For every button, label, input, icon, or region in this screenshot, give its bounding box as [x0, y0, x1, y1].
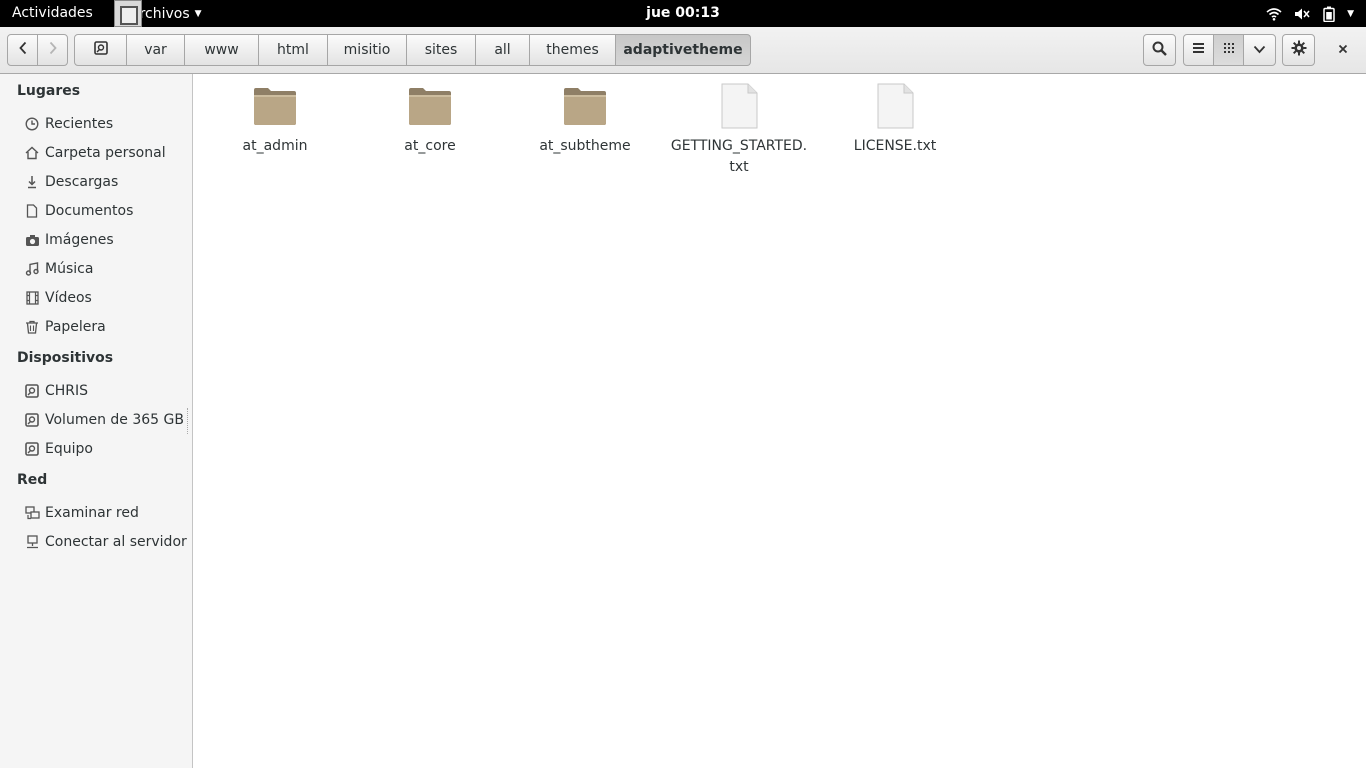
- chevron-down-icon: [1253, 42, 1266, 58]
- sidebar-item-label: Vídeos: [45, 290, 92, 306]
- header-bar: var www html misitio sites all themes ad…: [0, 27, 1366, 74]
- close-icon: [1338, 42, 1348, 58]
- sidebar-item-label: Carpeta personal: [45, 145, 166, 161]
- sidebar-item-conectar-servidor[interactable]: Conectar al servidor: [24, 530, 187, 554]
- sidebar-item-label: Música: [45, 261, 94, 277]
- status-menu[interactable]: ▼: [1266, 0, 1354, 27]
- sidebar: Lugares Recientes Carpeta personal Desca…: [0, 74, 193, 768]
- sidebar-item-label: Documentos: [45, 203, 134, 219]
- sidebar-item-imagenes[interactable]: Imágenes: [24, 228, 114, 252]
- sidebar-item-equipo[interactable]: Equipo: [24, 437, 93, 461]
- sidebar-item-documentos[interactable]: Documentos: [24, 199, 133, 223]
- breadcrumb-www[interactable]: www: [185, 34, 259, 66]
- sidebar-item-papelera[interactable]: Papelera: [24, 315, 106, 339]
- clock[interactable]: jue 00:13: [0, 5, 1366, 21]
- breadcrumb-all[interactable]: all: [476, 34, 530, 66]
- sidebar-item-label: Volumen de 365 GB: [45, 412, 184, 428]
- sidebar-item-volumen[interactable]: Volumen de 365 GB: [24, 408, 184, 432]
- home-icon: [24, 145, 40, 161]
- sidebar-item-label: Descargas: [45, 174, 119, 190]
- view-options-button[interactable]: [1243, 34, 1276, 66]
- search-button[interactable]: [1143, 34, 1176, 66]
- download-icon: [24, 174, 40, 190]
- close-button[interactable]: [1331, 40, 1355, 60]
- forward-button[interactable]: [37, 34, 68, 66]
- camera-icon: [24, 232, 40, 248]
- trash-icon: [24, 319, 40, 335]
- breadcrumb-themes[interactable]: themes: [530, 34, 616, 66]
- file-name: at_subtheme: [539, 138, 631, 154]
- clock-icon: [24, 116, 40, 132]
- server-icon: [24, 534, 40, 550]
- file-item-license[interactable]: LICENSE.txt: [820, 82, 970, 157]
- network-icon: [24, 505, 40, 521]
- sidebar-item-musica[interactable]: Música: [24, 257, 93, 281]
- devices-heading: Dispositivos: [17, 350, 114, 366]
- text-file-icon: [715, 82, 763, 130]
- sidebar-item-examinar-red[interactable]: Examinar red: [24, 501, 139, 525]
- sidebar-item-chris[interactable]: CHRIS: [24, 379, 88, 403]
- list-view-button[interactable]: [1183, 34, 1214, 66]
- battery-icon: [1323, 6, 1335, 22]
- wifi-icon: [1266, 7, 1282, 21]
- folder-icon: [406, 82, 454, 130]
- sidebar-item-label: Recientes: [45, 116, 114, 132]
- file-name: LICENSE.txt: [853, 138, 937, 154]
- list-icon: [1192, 42, 1205, 58]
- caret-down-icon: ▼: [1347, 8, 1354, 19]
- chevron-left-icon: [18, 41, 28, 59]
- grid-icon: [1223, 42, 1235, 58]
- file-name: at_admin: [242, 138, 308, 154]
- breadcrumb-root[interactable]: [74, 34, 127, 66]
- breadcrumb: var www html misitio sites all themes ad…: [74, 34, 751, 66]
- sidebar-item-label: Imágenes: [45, 232, 114, 248]
- breadcrumb-adaptivetheme[interactable]: adaptivetheme: [616, 34, 751, 66]
- sidebar-item-label: CHRIS: [45, 383, 89, 399]
- folder-icon: [251, 82, 299, 130]
- file-item-at-core[interactable]: at_core: [355, 82, 505, 157]
- breadcrumb-html[interactable]: html: [259, 34, 328, 66]
- file-item-getting-started[interactable]: GETTING_STARTED.txt: [664, 82, 814, 178]
- file-item-at-subtheme[interactable]: at_subtheme: [510, 82, 660, 157]
- sidebar-item-carpeta-personal[interactable]: Carpeta personal: [24, 141, 166, 165]
- activities-button[interactable]: Actividades: [12, 5, 93, 21]
- top-bar: Actividades Archivos ▼ jue 00:13 ▼: [0, 0, 1366, 27]
- text-file-icon: [871, 82, 919, 130]
- chevron-right-icon: [48, 41, 58, 59]
- gear-icon: [1291, 40, 1307, 60]
- back-button[interactable]: [7, 34, 38, 66]
- drive-icon: [24, 441, 40, 457]
- files-app-icon: [114, 0, 142, 27]
- breadcrumb-misitio[interactable]: misitio: [328, 34, 407, 66]
- search-icon: [1152, 41, 1167, 60]
- sidebar-item-label: Conectar al servidor: [45, 534, 187, 550]
- network-heading: Red: [17, 472, 48, 488]
- file-name: GETTING_STARTED.txt: [670, 138, 808, 175]
- document-icon: [24, 203, 40, 219]
- app-menu[interactable]: Archivos ▼: [114, 0, 202, 27]
- sidebar-item-recientes[interactable]: Recientes: [24, 112, 113, 136]
- sidebar-resize-handle[interactable]: [187, 408, 190, 434]
- sidebar-item-label: Papelera: [45, 319, 106, 335]
- volume-icon: [1294, 7, 1311, 21]
- drive-icon: [24, 383, 40, 399]
- drive-icon: [93, 41, 108, 59]
- sidebar-item-videos[interactable]: Vídeos: [24, 286, 92, 310]
- breadcrumb-sites[interactable]: sites: [407, 34, 476, 66]
- film-icon: [24, 290, 40, 306]
- caret-down-icon: ▼: [194, 8, 202, 19]
- music-icon: [24, 261, 40, 277]
- file-name: at_core: [404, 138, 456, 154]
- places-heading: Lugares: [17, 83, 81, 99]
- settings-button[interactable]: [1282, 34, 1315, 66]
- file-view[interactable]: at_admin at_core at_subtheme GETTING_STA…: [193, 74, 1366, 768]
- sidebar-item-label: Examinar red: [45, 505, 139, 521]
- sidebar-item-label: Equipo: [45, 441, 93, 457]
- breadcrumb-var[interactable]: var: [127, 34, 185, 66]
- file-item-at-admin[interactable]: at_admin: [200, 82, 350, 157]
- drive-icon: [24, 412, 40, 428]
- sidebar-item-descargas[interactable]: Descargas: [24, 170, 118, 194]
- folder-icon: [561, 82, 609, 130]
- grid-view-button[interactable]: [1213, 34, 1244, 66]
